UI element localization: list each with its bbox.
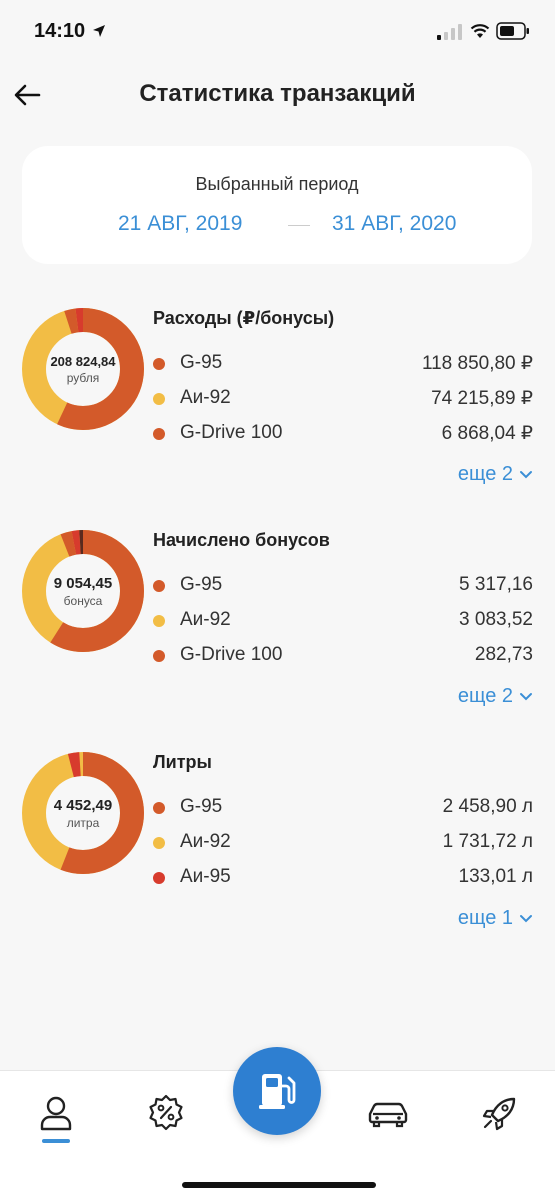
legend-dot bbox=[153, 580, 165, 592]
expenses-title: Расходы (₽/бонусы) bbox=[153, 308, 335, 328]
home-indicator bbox=[182, 1182, 376, 1188]
period-label: Выбранный период bbox=[195, 174, 359, 194]
active-tab-indicator bbox=[42, 1139, 70, 1143]
legend-name: G-Drive 100 bbox=[180, 422, 283, 443]
legend-name: Аи-92 bbox=[180, 609, 231, 630]
date-to-button[interactable]: 31 АВГ, 2020 bbox=[332, 212, 456, 236]
legend-item: G-95 2 458,90 л bbox=[153, 796, 533, 820]
status-time: 14:10 bbox=[34, 20, 86, 42]
legend-dot bbox=[153, 802, 165, 814]
legend-value: 2 458,90 л bbox=[442, 796, 533, 817]
liters-title: Литры bbox=[153, 752, 212, 772]
legend-item: Аи-92 3 083,52 bbox=[153, 609, 533, 633]
legend-value: 118 850,80 ₽ bbox=[421, 353, 533, 374]
legend-item: Аи-95 133,01 л bbox=[153, 866, 533, 890]
bonuses-total-value: 9 054,45 bbox=[53, 574, 113, 592]
bonuses-total-unit: бонуса bbox=[63, 593, 103, 608]
legend-dot bbox=[153, 615, 165, 627]
battery-icon bbox=[496, 22, 529, 40]
liters-total: 4 452,49 литра bbox=[22, 752, 144, 874]
expenses-total-unit: рубля bbox=[66, 370, 100, 385]
bonuses-show-more-button[interactable]: еще 2 bbox=[458, 685, 533, 708]
wifi-icon bbox=[470, 24, 490, 38]
period-card: Выбранный период 21 АВГ, 2019 31 АВГ, 20… bbox=[22, 146, 532, 264]
legend-dot bbox=[153, 428, 165, 440]
show-more-label: еще 2 bbox=[457, 685, 513, 707]
tab-profile[interactable] bbox=[36, 1093, 76, 1133]
bonuses-total: 9 054,45 бонуса bbox=[22, 530, 144, 652]
bonuses-block: 9 054,45 бонуса Начислено бонусов G-95 5… bbox=[0, 530, 555, 730]
legend-item: G-95 5 317,16 bbox=[153, 574, 533, 598]
chevron-down-icon bbox=[520, 692, 532, 700]
legend-item: Аи-92 1 731,72 л bbox=[153, 831, 533, 855]
fuel-button[interactable] bbox=[233, 1047, 321, 1135]
legend-value: 133,01 л bbox=[458, 866, 533, 887]
legend-name: Аи-95 bbox=[180, 866, 231, 887]
expenses-block: 208 824,84 рубля Расходы (₽/бонусы) G-95… bbox=[0, 308, 555, 508]
chevron-down-icon bbox=[520, 470, 532, 478]
tab-discounts[interactable] bbox=[146, 1093, 186, 1133]
tab-car[interactable] bbox=[366, 1093, 408, 1133]
date-separator bbox=[288, 225, 310, 226]
legend-item: Аи-92 74 215,89 ₽ bbox=[153, 387, 533, 411]
header: Статистика транзакций bbox=[0, 70, 555, 120]
signal-icon bbox=[437, 24, 462, 40]
legend-value: 6 868,04 ₽ bbox=[441, 423, 533, 444]
profile-icon bbox=[40, 1096, 72, 1131]
expenses-show-more-button[interactable]: еще 2 bbox=[458, 463, 533, 486]
show-more-label: еще 2 bbox=[457, 463, 513, 485]
discount-icon bbox=[149, 1094, 183, 1131]
legend-name: G-Drive 100 bbox=[180, 644, 283, 665]
legend-dot bbox=[153, 837, 165, 849]
chevron-down-icon bbox=[520, 914, 532, 922]
legend-item: G-95 118 850,80 ₽ bbox=[153, 352, 533, 376]
car-icon bbox=[368, 1102, 408, 1128]
expenses-total: 208 824,84 рубля bbox=[22, 308, 144, 430]
show-more-label: еще 1 bbox=[457, 907, 513, 929]
legend-value: 282,73 bbox=[474, 644, 533, 665]
liters-show-more-button[interactable]: еще 1 bbox=[458, 907, 533, 930]
location-arrow-icon bbox=[93, 25, 105, 37]
tab-rocket[interactable] bbox=[480, 1093, 520, 1133]
legend-value: 3 083,52 bbox=[459, 609, 533, 630]
legend-dot bbox=[153, 650, 165, 662]
bonuses-title: Начислено бонусов bbox=[153, 530, 330, 550]
legend-value: 5 317,16 bbox=[459, 574, 533, 595]
legend-dot bbox=[153, 872, 165, 884]
legend-name: G-95 bbox=[180, 352, 223, 373]
legend-name: Аи-92 bbox=[180, 387, 231, 408]
legend-name: G-95 bbox=[180, 796, 223, 817]
liters-total-value: 4 452,49 bbox=[53, 796, 113, 814]
legend-item: G-Drive 100 282,73 bbox=[153, 644, 533, 668]
legend-name: Аи-92 bbox=[180, 831, 231, 852]
legend-item: G-Drive 100 6 868,04 ₽ bbox=[153, 422, 533, 446]
liters-block: 4 452,49 литра Литры G-95 2 458,90 л Аи-… bbox=[0, 752, 555, 952]
liters-total-unit: литра bbox=[66, 815, 100, 830]
legend-dot bbox=[153, 358, 165, 370]
rocket-icon bbox=[482, 1097, 516, 1131]
legend-value: 1 731,72 л bbox=[442, 831, 533, 852]
fuel-icon bbox=[259, 1074, 296, 1109]
page-title: Статистика транзакций bbox=[139, 80, 416, 107]
legend-value: 74 215,89 ₽ bbox=[431, 388, 533, 409]
legend-name: G-95 bbox=[180, 574, 223, 595]
legend-dot bbox=[153, 393, 165, 405]
date-from-button[interactable]: 21 АВГ, 2019 bbox=[118, 212, 242, 236]
status-bar: 14:10 bbox=[0, 0, 555, 64]
expenses-total-value: 208 824,84 bbox=[50, 353, 116, 369]
